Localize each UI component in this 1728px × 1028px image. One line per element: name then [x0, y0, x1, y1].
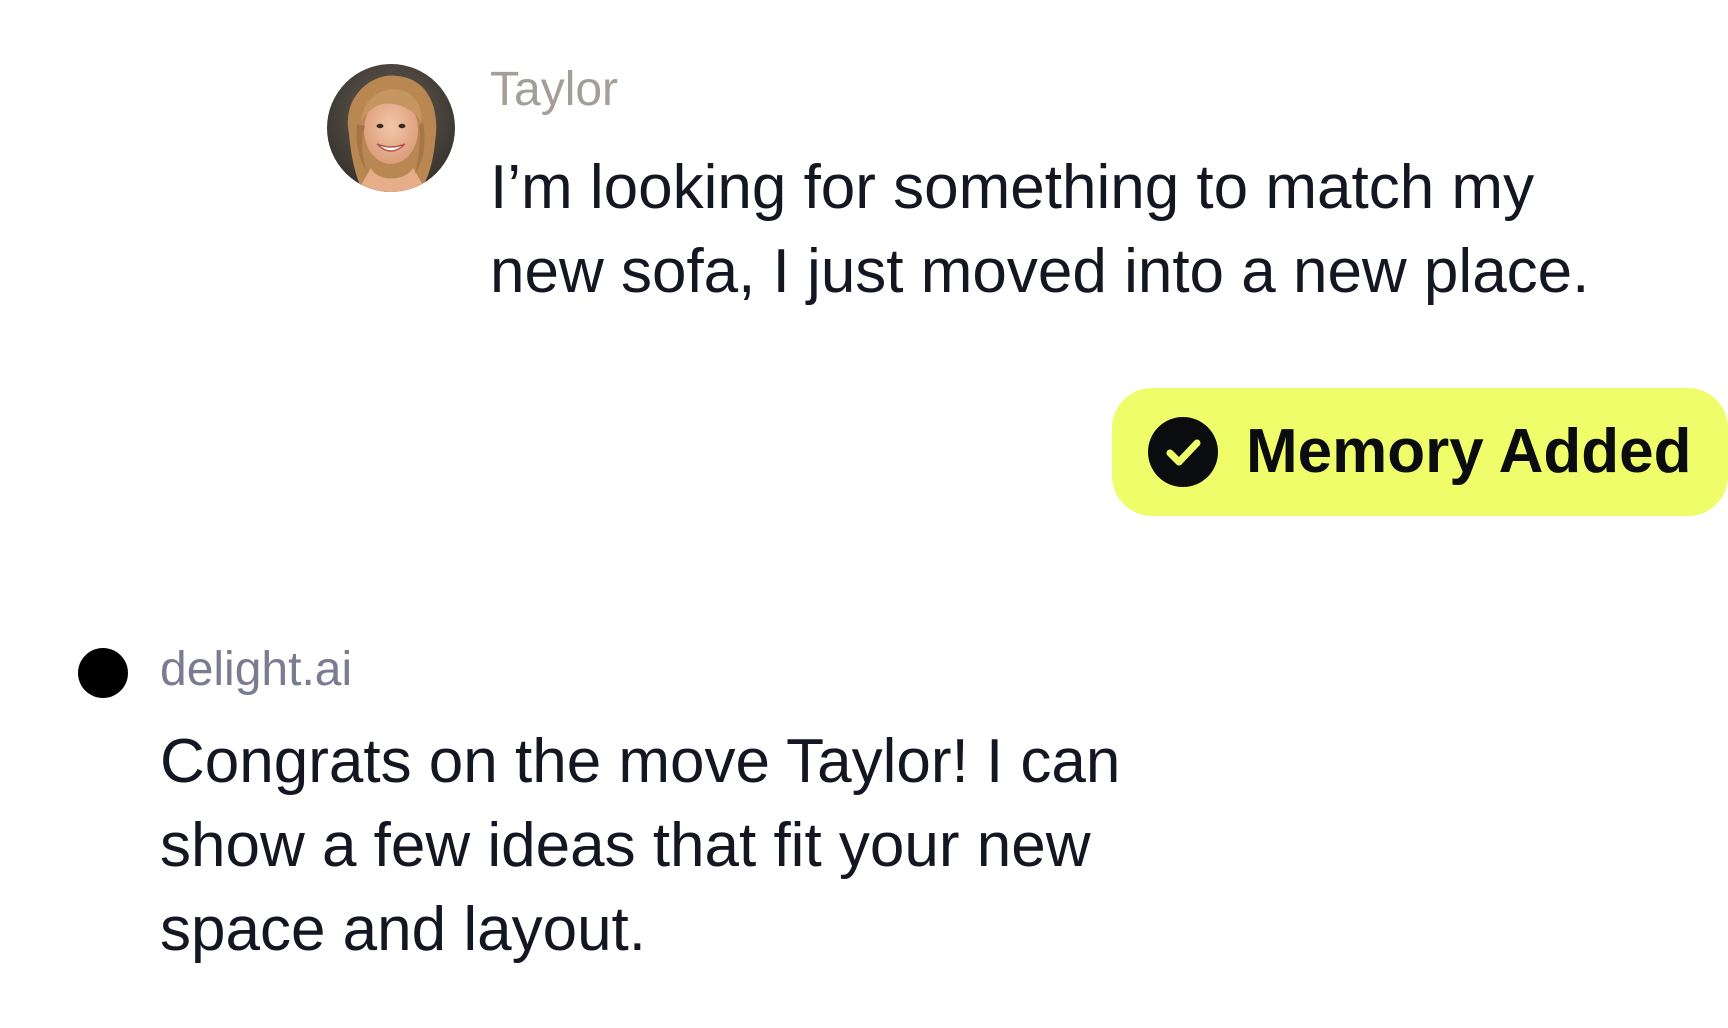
user-name: Taylor — [490, 63, 619, 116]
avatar-image — [327, 64, 455, 192]
bot-name: delight.ai — [160, 643, 353, 696]
avatar[interactable] — [327, 64, 455, 192]
check-circle-icon — [1148, 417, 1218, 487]
memory-added-label: Memory Added — [1246, 417, 1692, 486]
memory-added-badge[interactable]: Memory Added — [1112, 388, 1728, 516]
bot-message-text: Congrats on the move Taylor! I can show … — [160, 727, 1121, 964]
bot-avatar-dot — [78, 648, 128, 698]
user-message-text: I’m looking for something to match my ne… — [490, 153, 1590, 306]
